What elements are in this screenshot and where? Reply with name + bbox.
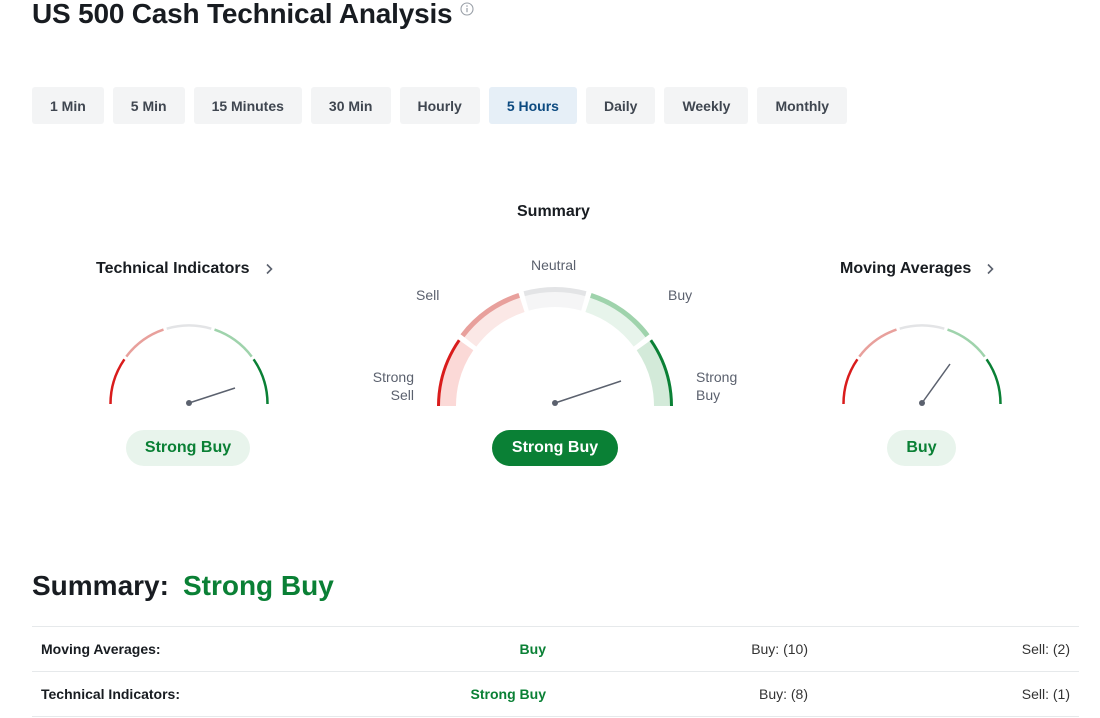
summary-gauge-result: Strong Buy [492, 430, 618, 466]
gauge-needle [188, 387, 236, 404]
row-value: Buy [519, 641, 546, 657]
tab-hourly[interactable]: Hourly [399, 87, 480, 124]
summary-heading-value: Strong Buy [182, 570, 334, 601]
row-label: Technical Indicators: [41, 686, 180, 702]
gauge-label-strong-buy: Strong Buy [696, 369, 738, 403]
chevron-right-icon [987, 263, 994, 275]
moving-averages-gauge [842, 324, 1002, 406]
table-row: Technical Indicators: Strong Buy Buy: (8… [32, 672, 1079, 717]
tab-daily[interactable]: Daily [585, 87, 656, 124]
summary-gauge [437, 287, 673, 407]
technical-indicators-result: Strong Buy [126, 430, 250, 466]
table-row: Moving Averages: Buy Buy: (10) Sell: (2) [32, 627, 1079, 672]
gauge-needle [554, 380, 622, 404]
info-icon[interactable] [460, 2, 474, 16]
moving-averages-label: Moving Averages [840, 260, 972, 277]
tab-monthly[interactable]: Monthly [757, 87, 848, 124]
technical-indicators-title[interactable]: Technical Indicators [96, 260, 274, 278]
summary-table: Moving Averages: Buy Buy: (10) Sell: (2)… [32, 626, 1079, 717]
chevron-right-icon [265, 263, 273, 275]
timeframe-tabs: 1 Min 5 Min 15 Minutes 30 Min Hourly 5 H… [32, 87, 848, 124]
moving-averages-result: Buy [887, 430, 956, 466]
title-row: US 500 Cash Technical Analysis [32, 0, 474, 34]
row-buy-count: Buy: (8) [758, 686, 808, 702]
summary-gauge-title: Summary [517, 203, 590, 220]
tab-5-min[interactable]: 5 Min [112, 87, 185, 124]
summary-heading: Summary: Strong Buy [32, 570, 334, 602]
row-buy-count: Buy: (10) [751, 641, 808, 657]
technical-indicators-gauge [109, 324, 269, 406]
tab-30-min[interactable]: 30 Min [310, 87, 391, 124]
tab-weekly[interactable]: Weekly [664, 87, 749, 124]
gauge-needle [921, 363, 951, 404]
moving-averages-title[interactable]: Moving Averages [840, 260, 995, 278]
technical-indicators-label: Technical Indicators [96, 260, 250, 277]
row-sell-count: Sell: (1) [1021, 686, 1070, 702]
tab-1-min[interactable]: 1 Min [32, 87, 104, 124]
row-sell-count: Sell: (2) [1021, 641, 1070, 657]
tab-5-hours[interactable]: 5 Hours [488, 87, 577, 124]
page-title: US 500 Cash Technical Analysis [32, 0, 453, 29]
gauge-label-strong-sell: Strong Sell [372, 369, 414, 403]
gauge-label-neutral: Neutral [531, 257, 577, 273]
row-value: Strong Buy [470, 686, 546, 702]
summary-heading-label: Summary: [32, 570, 169, 601]
tab-15-minutes[interactable]: 15 Minutes [193, 87, 302, 124]
row-label: Moving Averages: [41, 641, 161, 657]
